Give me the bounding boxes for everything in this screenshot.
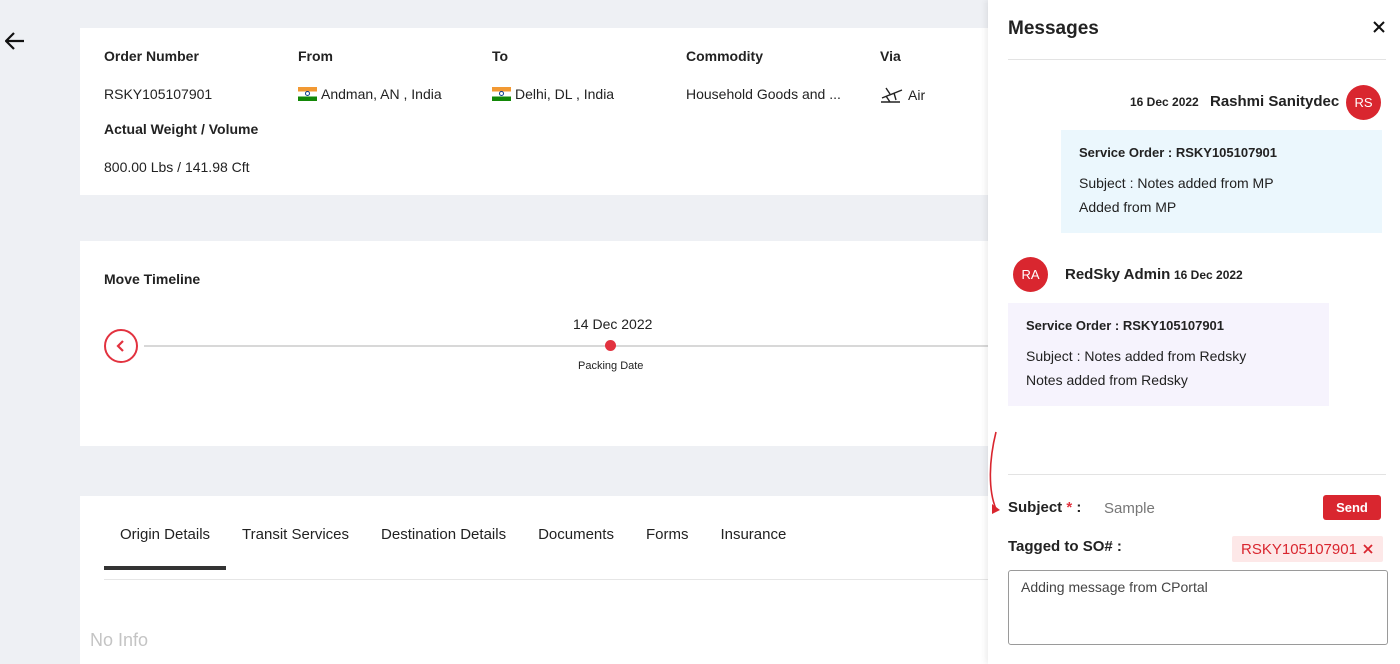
from-location: Andman, AN , India [321, 86, 442, 102]
timeline-event-date: 14 Dec 2022 [573, 316, 653, 332]
subject-label: Subject * : [1008, 499, 1081, 516]
to-value: Delhi, DL , India [492, 86, 614, 102]
from-label: From [298, 48, 333, 64]
chevron-left-icon [116, 340, 124, 352]
tab-origin-details[interactable]: Origin Details [104, 524, 227, 570]
no-info-text: No Info [90, 630, 149, 650]
message-bubble: Service Order : RSKY105107901 Subject : … [1061, 130, 1382, 233]
messages-header-divider [1008, 59, 1386, 60]
move-timeline-card: Move Timeline 14 Dec 2022 Packing Date [80, 241, 1004, 446]
so-tag-text: RSKY105107901 [1241, 540, 1357, 558]
message-subject: Subject : Notes added from Redsky [1026, 348, 1247, 364]
details-tabs: Origin Details Transit Services Destinat… [104, 524, 802, 570]
tab-destination-details[interactable]: Destination Details [365, 524, 522, 570]
from-value: Andman, AN , India [298, 86, 442, 102]
message-date: 16 Dec 2022 [1130, 95, 1199, 109]
via-value: Air [880, 86, 925, 104]
airplane-icon [881, 87, 903, 103]
arrow-left-icon [5, 32, 24, 50]
via-mode: Air [908, 87, 926, 103]
tab-transit-services[interactable]: Transit Services [226, 524, 365, 570]
order-number-label: Order Number [104, 48, 199, 64]
close-button[interactable] [1372, 20, 1388, 36]
subject-label-text: Subject [1008, 499, 1063, 516]
via-label: Via [880, 48, 901, 64]
messages-panel: Messages 16 Dec 2022 Rashmi Sanitydec RS… [988, 0, 1400, 664]
tab-insurance[interactable]: Insurance [704, 524, 802, 570]
timeline-event-caption: Packing Date [578, 360, 644, 372]
india-flag-icon [298, 87, 317, 101]
weight-value: 800.00 Lbs / 141.98 Cft [104, 159, 250, 175]
commodity-label: Commodity [686, 48, 763, 64]
message-body: Notes added from Redsky [1026, 372, 1188, 388]
tagged-so-label: Tagged to SO# : [1008, 538, 1122, 555]
to-label: To [492, 48, 509, 64]
required-marker: * [1066, 499, 1073, 516]
to-location: Delhi, DL , India [515, 86, 615, 102]
tabs-divider [104, 579, 1000, 580]
back-button[interactable] [4, 30, 26, 52]
message-bubble: Service Order : RSKY105107901 Subject : … [1008, 303, 1329, 406]
avatar: RA [1013, 257, 1048, 292]
compose-divider [1008, 474, 1386, 475]
tab-documents[interactable]: Documents [522, 524, 630, 570]
message-textarea[interactable]: Adding message from CPortal [1008, 570, 1388, 645]
message-subject: Subject : Notes added from MP [1079, 175, 1274, 191]
remove-tag-icon[interactable] [1362, 543, 1374, 555]
commodity-value: Household Goods and ... [686, 86, 841, 102]
timeline-prev-button[interactable] [104, 329, 138, 363]
message-service-order: Service Order : RSKY105107901 [1026, 318, 1225, 333]
order-number-value: RSKY105107901 [104, 86, 213, 102]
message-author: RedSky Admin [1065, 266, 1171, 283]
subject-label-colon: : [1076, 499, 1082, 516]
weight-label: Actual Weight / Volume [104, 121, 259, 137]
timeline-event-dot [605, 340, 616, 351]
send-button[interactable]: Send [1323, 495, 1381, 520]
tab-forms[interactable]: Forms [630, 524, 705, 570]
messages-title: Messages [1008, 18, 1099, 39]
timeline-title: Move Timeline [104, 271, 201, 287]
close-icon [1373, 21, 1385, 33]
avatar: RS [1346, 85, 1381, 120]
so-tag-chip: RSKY105107901 [1232, 536, 1383, 562]
message-body: Added from MP [1079, 199, 1177, 215]
india-flag-icon [492, 87, 511, 101]
message-service-order: Service Order : RSKY105107901 [1079, 145, 1278, 160]
subject-input[interactable] [1104, 496, 1294, 520]
message-author: Rashmi Sanitydec [1210, 93, 1340, 110]
timeline-track [144, 345, 1004, 347]
order-summary-card: Order Number RSKY105107901 From Andman, … [80, 28, 1000, 195]
details-tabs-card: Origin Details Transit Services Destinat… [80, 496, 1000, 664]
message-date: 16 Dec 2022 [1174, 268, 1243, 282]
